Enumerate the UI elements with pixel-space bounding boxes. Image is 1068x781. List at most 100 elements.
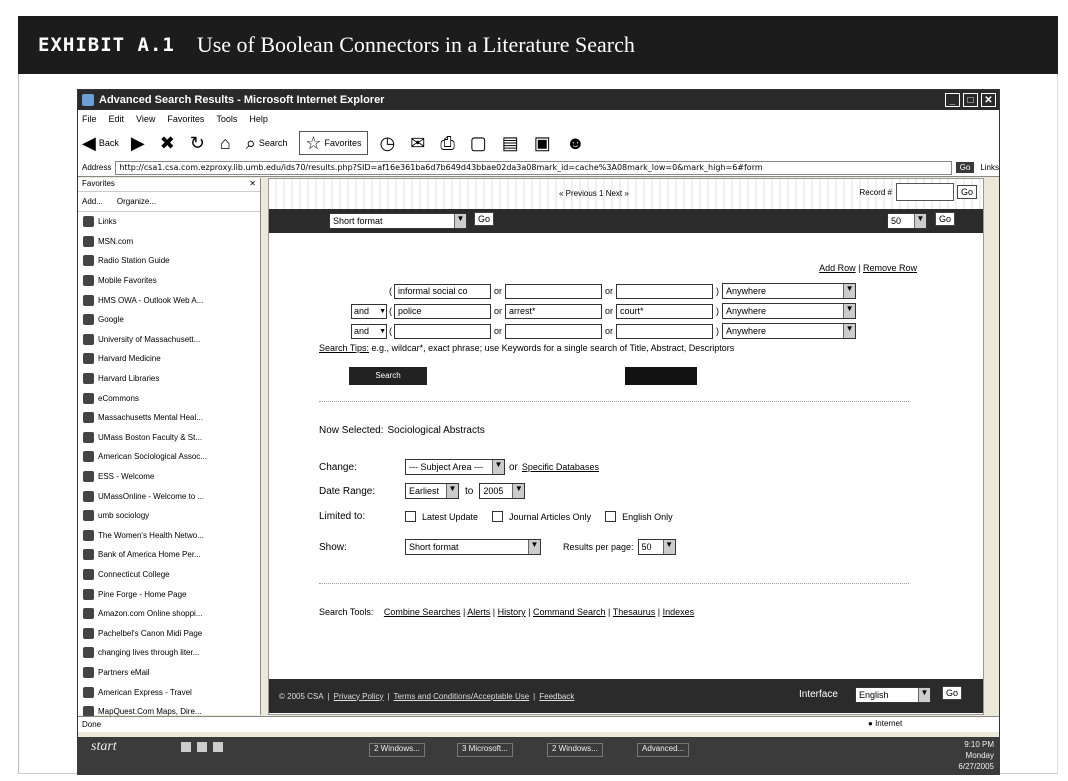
favorites-button[interactable]: ☆ Favorites <box>299 131 368 155</box>
menu-favorites[interactable]: Favorites <box>167 114 204 124</box>
query-field-1[interactable] <box>394 323 491 339</box>
query-field-1[interactable]: informal social co <box>394 283 491 299</box>
search-field-select[interactable]: Anywhere ▼ <box>722 323 857 339</box>
query-field-3[interactable] <box>616 323 714 339</box>
history-button[interactable]: ◷ <box>380 134 399 152</box>
edit-button[interactable]: ▢ <box>470 134 490 152</box>
favorite-item[interactable]: MSN.com <box>78 232 260 252</box>
history-link[interactable]: History <box>498 607 526 617</box>
stop-button[interactable]: ✖ <box>160 134 178 152</box>
taskbar-button[interactable]: 2 Windows... <box>369 743 425 757</box>
per-page-go-button[interactable]: Go <box>935 212 956 226</box>
query-field-3[interactable]: court* <box>616 303 714 319</box>
favorite-item[interactable]: UMassOnline - Welcome to ... <box>78 486 260 506</box>
favorite-item[interactable]: umb sociology <box>78 506 260 526</box>
favorite-item[interactable]: changing lives through liter... <box>78 643 260 663</box>
research-button[interactable]: ▣ <box>534 134 554 152</box>
favorite-item[interactable]: Harvard Libraries <box>78 369 260 389</box>
format-go-button[interactable]: Go <box>474 212 495 226</box>
back-button[interactable]: ◀ Back <box>82 134 119 152</box>
favorite-item[interactable]: Mobile Favorites <box>78 271 260 291</box>
search-tips-link[interactable]: Search Tips: <box>319 343 369 353</box>
menu-view[interactable]: View <box>136 114 155 124</box>
favorite-item[interactable]: Massachusetts Mental Heal... <box>78 408 260 428</box>
results-per-page-select[interactable]: 50 ▼ <box>637 539 676 555</box>
favorite-item[interactable]: American Sociological Assoc... <box>78 447 260 467</box>
pager[interactable]: « Previous 1 Next » <box>559 189 629 198</box>
latest-update-checkbox[interactable] <box>405 511 416 522</box>
add-row-link[interactable]: Add Row <box>819 263 856 273</box>
favorite-item[interactable]: Amazon.com Online shoppi... <box>78 604 260 624</box>
taskbar-button[interactable]: Advanced... <box>637 743 690 757</box>
links-label[interactable]: Links <box>980 163 999 172</box>
favorites-close-icon[interactable]: ✕ <box>249 179 256 190</box>
menu-file[interactable]: File <box>82 114 97 124</box>
favorite-item[interactable]: Pachelbel's Canon Midi Page <box>78 623 260 643</box>
organize-favorites-button[interactable]: Organize... <box>117 197 156 206</box>
favorite-item[interactable]: Links <box>78 212 260 232</box>
search-submit-button[interactable]: Search <box>349 367 427 385</box>
search-button[interactable]: ⌕ Search <box>246 134 288 152</box>
forward-button[interactable]: ▶ <box>131 134 148 152</box>
favorite-item[interactable]: The Women's Health Netwo... <box>78 526 260 546</box>
discuss-button[interactable]: ▤ <box>502 134 522 152</box>
messenger-button[interactable]: ☻ <box>566 134 588 152</box>
favorite-item[interactable]: Pine Forge - Home Page <box>78 584 260 604</box>
feedback-link[interactable]: Feedback <box>539 692 574 701</box>
boolean-select[interactable]: and ▼ <box>351 303 387 319</box>
thesaurus-link[interactable]: Thesaurus <box>613 607 656 617</box>
menu-help[interactable]: Help <box>249 114 268 124</box>
taskbar-button[interactable]: 3 Microsoft... <box>457 743 513 757</box>
quick-launch-icon[interactable] <box>181 742 191 752</box>
query-field-2[interactable] <box>505 283 603 299</box>
start-button[interactable]: start <box>91 739 117 755</box>
clear-button[interactable] <box>625 367 697 385</box>
favorite-item[interactable]: eCommons <box>78 388 260 408</box>
interface-go-button[interactable]: Go <box>942 686 963 700</box>
add-favorite-button[interactable]: Add... <box>82 197 103 206</box>
favorite-item[interactable]: Partners eMail <box>78 663 260 683</box>
format-select[interactable]: Short format ▼ <box>329 213 467 229</box>
favorite-item[interactable]: Bank of America Home Per... <box>78 545 260 565</box>
query-field-2[interactable]: arrest* <box>505 303 603 319</box>
menu-edit[interactable]: Edit <box>109 114 125 124</box>
minimize-button[interactable]: _ <box>945 93 960 107</box>
search-field-select[interactable]: Anywhere ▼ <box>722 303 857 319</box>
close-button[interactable]: ✕ <box>981 93 996 107</box>
favorite-item[interactable]: ESS - Welcome <box>78 467 260 487</box>
terms-link[interactable]: Terms and Conditions/Acceptable Use <box>394 692 530 701</box>
per-page-select[interactable]: 50 ▼ <box>887 213 927 229</box>
address-input[interactable]: http://csa1.csa.com.ezproxy.lib.umb.edu/… <box>115 160 952 175</box>
alerts-link[interactable]: Alerts <box>467 607 490 617</box>
taskbar-button[interactable]: 2 Windows... <box>547 743 603 757</box>
maximize-button[interactable]: □ <box>963 93 978 107</box>
favorite-item[interactable]: Harvard Medicine <box>78 349 260 369</box>
favorite-item[interactable]: University of Massachusett... <box>78 330 260 350</box>
english-only-checkbox[interactable] <box>605 511 617 522</box>
remove-row-link[interactable]: Remove Row <box>863 263 917 273</box>
favorite-item[interactable]: Google <box>78 310 260 330</box>
journal-articles-checkbox[interactable] <box>492 511 504 522</box>
favorite-item[interactable]: Radio Station Guide <box>78 251 260 271</box>
quick-launch-icon[interactable] <box>213 742 223 752</box>
query-field-3[interactable] <box>616 283 714 299</box>
combine-searches-link[interactable]: Combine Searches <box>384 607 461 617</box>
home-button[interactable]: ⌂ <box>220 134 234 152</box>
query-field-2[interactable] <box>505 323 603 339</box>
address-go-button[interactable]: Go <box>955 162 975 173</box>
favorite-item[interactable]: American Express - Travel <box>78 682 260 702</box>
date-from-select[interactable]: Earliest ▼ <box>405 483 459 499</box>
boolean-select[interactable]: and ▼ <box>351 323 387 339</box>
record-input[interactable] <box>895 183 954 201</box>
menu-tools[interactable]: Tools <box>216 114 237 124</box>
show-select[interactable]: Short format ▼ <box>405 539 541 555</box>
privacy-policy-link[interactable]: Privacy Policy <box>334 692 384 701</box>
quick-launch-icon[interactable] <box>197 742 207 752</box>
favorite-item[interactable]: UMass Boston Faculty & St... <box>78 428 260 448</box>
mail-button[interactable]: ✉ <box>410 134 428 152</box>
favorite-item[interactable]: HMS OWA - Outlook Web A... <box>78 290 260 310</box>
interface-select[interactable]: English ▼ <box>855 687 931 703</box>
search-field-select[interactable]: Anywhere ▼ <box>722 283 857 299</box>
command-search-link[interactable]: Command Search <box>533 607 606 617</box>
favorite-item[interactable]: Connecticut College <box>78 565 260 585</box>
